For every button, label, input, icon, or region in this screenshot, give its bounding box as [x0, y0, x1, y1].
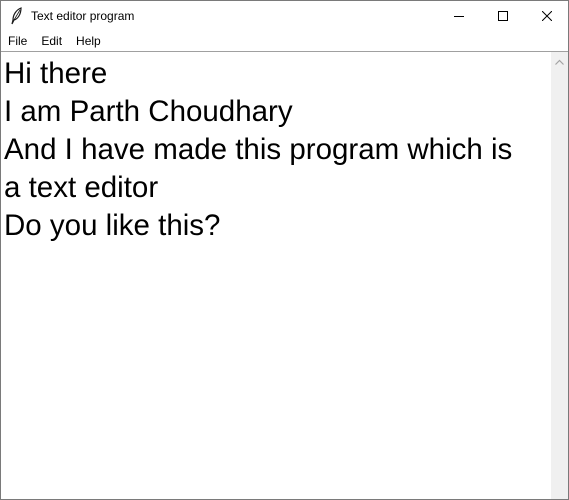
feather-icon [10, 7, 24, 25]
maximize-icon [498, 11, 508, 21]
minimize-button[interactable] [436, 1, 482, 31]
close-icon [542, 11, 552, 21]
editor-line: And I have made this program which is [4, 133, 513, 166]
app-window: Text editor program File Edit Help Hi th… [0, 0, 569, 500]
window-title: Text editor program [31, 9, 135, 23]
menu-help[interactable]: Help [69, 31, 108, 51]
title-bar[interactable]: Text editor program [1, 1, 568, 31]
menu-edit[interactable]: Edit [34, 31, 69, 51]
editor-line: I am Parth Choudhary [4, 95, 293, 128]
vertical-scrollbar[interactable] [551, 52, 568, 499]
chevron-up-icon [555, 52, 564, 70]
text-editor[interactable]: Hi there I am Parth Choudhary And I have… [1, 52, 551, 499]
close-button[interactable] [524, 1, 568, 31]
editor-line: Hi there [4, 57, 108, 90]
editor-line: Do you like this? [4, 209, 221, 242]
editor-line: a text editor [4, 171, 159, 204]
menu-file[interactable]: File [1, 31, 34, 51]
editor-area: Hi there I am Parth Choudhary And I have… [1, 51, 568, 499]
menu-bar: File Edit Help [1, 31, 568, 51]
minimize-icon [454, 11, 464, 21]
maximize-button[interactable] [480, 1, 526, 31]
scroll-up-button[interactable] [551, 52, 568, 69]
